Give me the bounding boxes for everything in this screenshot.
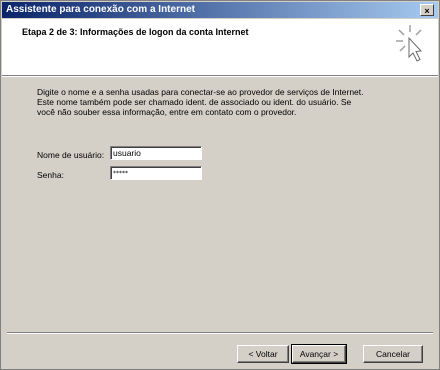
title-bar: Assistente para conexão com a Internet × (2, 2, 438, 18)
wizard-header: Etapa 2 de 3: Informações de logon da co… (2, 19, 438, 76)
wizard-sparkle-cursor-icon (396, 25, 423, 62)
cancel-button[interactable]: Cancelar (363, 345, 423, 363)
instructions-text: Digite o nome e a senha usadas para cone… (37, 87, 397, 117)
password-field[interactable] (110, 166, 202, 180)
password-label: Senha: (37, 170, 64, 180)
close-button[interactable]: × (420, 4, 434, 16)
back-button[interactable]: < Voltar (237, 345, 289, 363)
instructions-line: Digite o nome e a senha usadas para cone… (37, 87, 364, 97)
instructions-line: Este nome também pode ser chamado ident.… (37, 97, 352, 107)
footer-divider (7, 332, 433, 334)
username-label: Nome de usuário: (37, 150, 105, 160)
header-divider (2, 76, 438, 77)
username-field[interactable] (110, 146, 202, 160)
window-title: Assistente para conexão com a Internet (6, 4, 195, 15)
instructions-line: você não souber essa informação, entre e… (37, 107, 297, 117)
wizard-window: Assistente para conexão com a Internet ×… (0, 0, 440, 370)
next-button[interactable]: Avançar > (291, 344, 347, 364)
step-title: Etapa 2 de 3: Informações de logon da co… (22, 27, 249, 37)
